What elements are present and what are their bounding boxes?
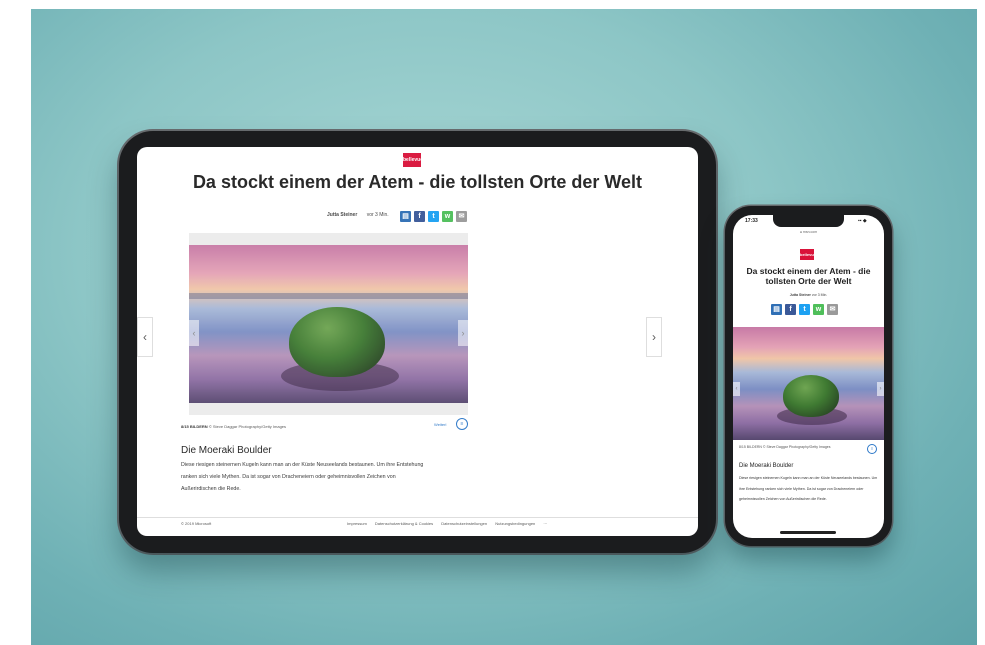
footer-links: Impressum Datenschutzerklärung & Cookies… (347, 521, 554, 526)
twitter-icon[interactable]: t (799, 304, 810, 315)
twitter-icon[interactable]: t (428, 211, 439, 222)
article-title: Da stockt einem der Atem - die tollsten … (746, 266, 871, 286)
signal-icon: ▪▪ ◆ (858, 218, 867, 224)
mail-icon[interactable]: ✉ (827, 304, 838, 315)
section-heading: Die Moeraki Boulder (739, 463, 794, 469)
gallery-next-button[interactable]: › (458, 320, 468, 346)
article-time: vor 3 Min. (366, 212, 389, 218)
moeraki-boulder (783, 375, 839, 417)
facebook-icon[interactable]: f (785, 304, 796, 315)
horizon (189, 293, 468, 299)
article-meta: Jutta Steiner vor 3 Min. (327, 212, 389, 218)
tablet-device: bellevue Da stockt einem der Atem - die … (119, 131, 716, 553)
share-bar: ▤ f t w ✉ (771, 304, 838, 315)
tablet-screen: bellevue Da stockt einem der Atem - die … (137, 147, 698, 536)
article-author[interactable]: Jutta Steiner (790, 293, 811, 297)
article-meta: Jutta Steiner vor 3 Min. (733, 293, 884, 297)
flipboard-icon[interactable]: ▤ (771, 304, 782, 315)
phone-device: 17:33 ▪▪ ◆ ● msn.com bellevue Da stockt … (725, 206, 892, 546)
footer-link-privacy-settings[interactable]: Datenschutzeinstellungen (441, 521, 487, 526)
gallery-prev-button[interactable]: ‹ (189, 320, 199, 346)
footer-link-privacy[interactable]: Datenschutzerklärung & Cookies (375, 521, 433, 526)
boulder-reflection (281, 361, 399, 391)
brand-logo[interactable]: bellevue (800, 249, 816, 260)
image-caption: 8/15 BILDERN © Steve Daggar Photography/… (739, 445, 831, 449)
gallery-prev-button[interactable]: ‹ (733, 382, 740, 396)
article-title: Da stockt einem der Atem - die tollsten … (192, 172, 643, 192)
footer-link-terms[interactable]: Nutzungsbedingungen (495, 521, 535, 526)
phone-screen: 17:33 ▪▪ ◆ ● msn.com bellevue Da stockt … (733, 215, 884, 538)
page-footer: © 2019 Microsoft Impressum Datenschutzer… (137, 517, 698, 536)
whatsapp-icon[interactable]: w (442, 211, 453, 222)
facebook-icon[interactable]: f (414, 211, 425, 222)
gallery-image[interactable]: ‹ › (189, 245, 468, 403)
home-indicator[interactable] (780, 531, 836, 534)
address-bar[interactable]: ● msn.com (733, 230, 884, 234)
gallery-next-button[interactable]: › (877, 382, 884, 396)
caption-credit: © Steve Daggar Photography/Getty Images (208, 424, 287, 429)
gallery-frame (189, 233, 468, 415)
caption-label: 8/15 BILDERN (181, 424, 208, 429)
article-author[interactable]: Jutta Steiner (327, 212, 357, 218)
moeraki-boulder (289, 307, 385, 377)
caption-more-link[interactable]: Weiterl (434, 422, 446, 427)
slideshow-next-button[interactable]: › (646, 317, 662, 357)
image-caption: 8/15 BILDERN © Steve Daggar Photography/… (181, 424, 286, 429)
footer-more-icon[interactable]: ··· (543, 521, 547, 526)
expand-icon[interactable]: ≡ (867, 444, 877, 454)
flipboard-icon[interactable]: ▤ (400, 211, 411, 222)
phone-notch (773, 215, 844, 227)
share-bar: ▤ f t w ✉ (400, 211, 467, 222)
slideshow-prev-button[interactable]: ‹ (137, 317, 153, 357)
status-time: 17:33 (745, 218, 758, 224)
section-heading: Die Moeraki Boulder (181, 445, 272, 456)
brand-logo[interactable]: bellevue (403, 153, 423, 167)
mail-icon[interactable]: ✉ (456, 211, 467, 222)
gallery-image[interactable]: ‹ › (733, 327, 884, 440)
background-scene: bellevue Da stockt einem der Atem - die … (31, 9, 977, 645)
whatsapp-icon[interactable]: w (813, 304, 824, 315)
footer-link-impressum[interactable]: Impressum (347, 521, 367, 526)
section-body: Diese riesigen steinernen Kugeln kann ma… (181, 462, 424, 492)
section-body: Diese riesigen steinernen Kugeln kann ma… (739, 476, 878, 501)
footer-copyright: © 2019 Microsoft (181, 521, 212, 526)
article-time: vor 3 Min. (811, 293, 828, 297)
expand-icon[interactable]: ≡ (456, 418, 468, 430)
